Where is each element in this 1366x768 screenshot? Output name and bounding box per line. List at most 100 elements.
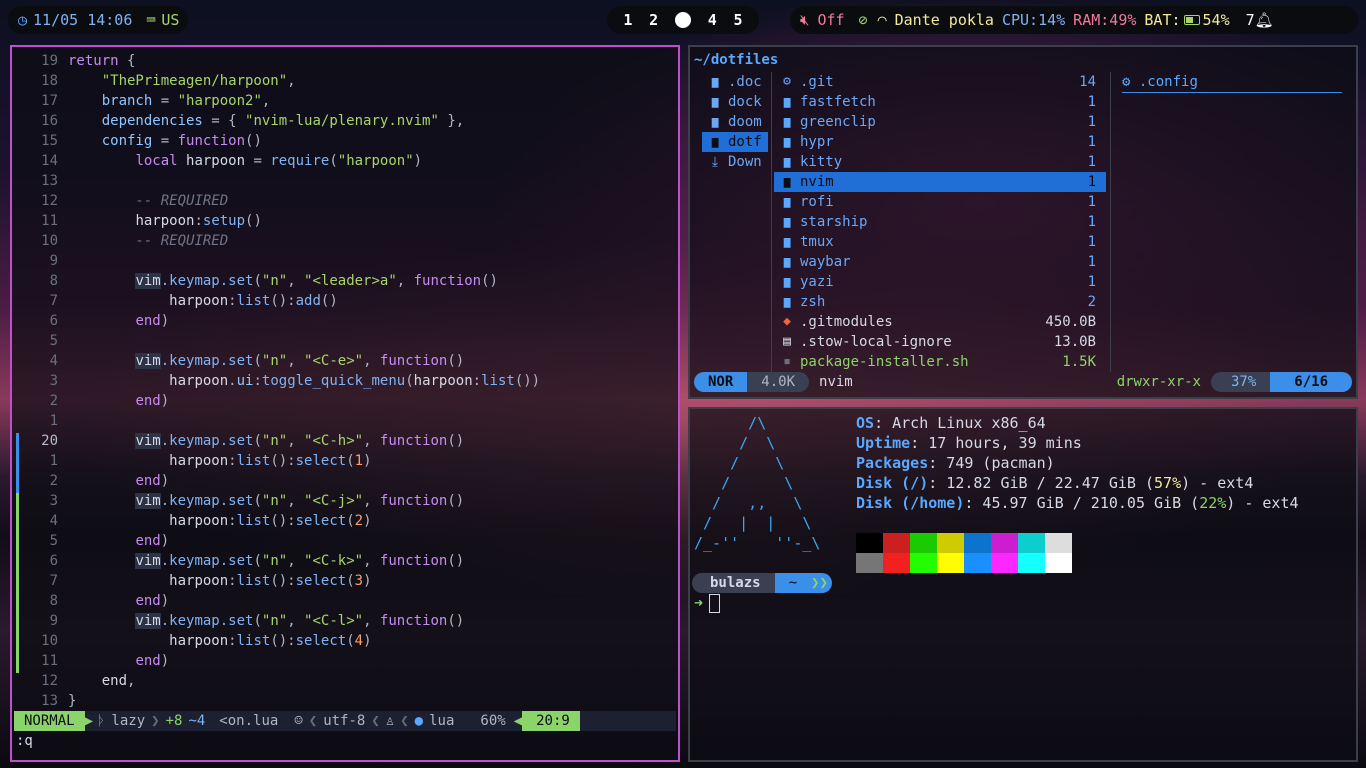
ram-usage: RAM:49%: [1073, 11, 1137, 29]
parent-entry[interactable]: ⤓ Down: [702, 152, 768, 172]
preview-entry[interactable]: .config: [1139, 74, 1198, 90]
code-line[interactable]: 8 end): [12, 591, 678, 611]
code-token: (: [346, 633, 355, 649]
file-entry[interactable]: ▆ kitty 1: [774, 152, 1106, 172]
code-line[interactable]: 13: [12, 171, 678, 191]
workspace-1[interactable]: 1: [623, 11, 632, 29]
code-line[interactable]: 10 -- REQUIRED: [12, 231, 678, 251]
sysinfo-line: Disk (/home): 45.97 GiB / 210.05 GiB (22…: [856, 493, 1299, 513]
file-entry[interactable]: ▆ fastfetch 1: [774, 92, 1106, 112]
line-number: 6: [49, 553, 58, 569]
file-entry[interactable]: ◆ .gitmodules 450.0B: [774, 312, 1106, 332]
line-number: 9: [49, 253, 58, 269]
code-line[interactable]: 4 harpoon:list():select(2): [12, 511, 678, 531]
file-entry[interactable]: ▆ tmux 1: [774, 232, 1106, 252]
editor-pane[interactable]: 19 return {18 "ThePrimeagen/harpoon", 17 b…: [10, 45, 680, 762]
line-number: 19: [41, 53, 58, 69]
fm-perms: drwxr-xr-x: [1116, 374, 1201, 390]
file-entry[interactable]: ▆ yazi 1: [774, 272, 1106, 292]
code-line[interactable]: 7 harpoon:list():add(): [12, 291, 678, 311]
wifi-icon[interactable]: ◠: [878, 11, 887, 29]
code-line[interactable]: 11 harpoon:setup(): [12, 211, 678, 231]
code-line[interactable]: 18 "ThePrimeagen/harpoon",: [12, 71, 678, 91]
file-entry[interactable]: ▆ hypr 1: [774, 132, 1106, 152]
code-line[interactable]: 2 end): [12, 471, 678, 491]
code-token: ui: [236, 373, 254, 389]
file-entry-name: .gitmodules: [800, 314, 893, 330]
file-entry[interactable]: ▆ starship 1: [774, 212, 1106, 232]
code-token: vim: [135, 433, 161, 449]
preview-column[interactable]: ⚙ .config: [1122, 72, 1342, 93]
code-line[interactable]: 6 vim.keymap.set("n", "<C-k>", function(…: [12, 551, 678, 571]
folder-icon: ▆: [783, 135, 791, 148]
code-line[interactable]: 3 harpoon.ui:toggle_quick_menu(harpoon:l…: [12, 371, 678, 391]
parent-entry[interactable]: ▆ doom: [702, 112, 768, 132]
file-entry[interactable]: ⚙ .git 14: [774, 72, 1106, 92]
notification-count[interactable]: 7: [1246, 11, 1255, 29]
file-entry[interactable]: ▆ zsh 2: [774, 292, 1106, 312]
code-line[interactable]: 17 branch = "harpoon2",: [12, 91, 678, 111]
code-line[interactable]: 1 harpoon:list():select(1): [12, 451, 678, 471]
command-line[interactable]: :q: [16, 733, 33, 749]
workspace-2[interactable]: 2: [649, 11, 658, 29]
file-entry[interactable]: ▆ rofi 1: [774, 192, 1106, 212]
code-line[interactable]: 7 harpoon:list():select(3): [12, 571, 678, 591]
code-line[interactable]: 3 vim.keymap.set("n", "<C-j>", function(…: [12, 491, 678, 511]
terminal-pane[interactable]: /\ / \ / \ / \ / ,, \ / | | \ /_-'' ''-_…: [688, 407, 1358, 762]
line-number: 1: [49, 453, 58, 469]
volume-muted-icon[interactable]: 🔇︎: [800, 11, 809, 29]
code-line[interactable]: 19 return {: [12, 51, 678, 71]
file-entry[interactable]: ▆ nvim 1: [774, 172, 1106, 192]
code-line[interactable]: 11 end): [12, 651, 678, 671]
file-manager-pane[interactable]: ~/dotfiles ▆ .doc ▆ dock ▆ doom ▆ dotf ⤓ Down ⚙ .g…: [688, 45, 1358, 399]
code-line[interactable]: 4 vim.keymap.set("n", "<C-e>", function(…: [12, 351, 678, 371]
code-token: list: [236, 633, 271, 649]
workspace-5[interactable]: 5: [734, 11, 743, 29]
code-line[interactable]: 20 vim.keymap.set("n", "<C-h>", function…: [12, 431, 678, 451]
file-entry-name: rofi: [800, 194, 834, 210]
parent-entry[interactable]: ▆ dotf: [702, 132, 768, 152]
workspace-4[interactable]: 4: [708, 11, 717, 29]
file-entry[interactable]: ▤ .stow-local-ignore 13.0B: [774, 332, 1106, 352]
code-token: (): [245, 133, 262, 149]
code-line[interactable]: 5: [12, 331, 678, 351]
code-token: ():: [270, 513, 296, 529]
code-line[interactable]: 12 -- REQUIRED: [12, 191, 678, 211]
parent-entry[interactable]: ▆ dock: [702, 92, 768, 112]
parent-column[interactable]: ▆ .doc ▆ dock ▆ doom ▆ dotf ⤓ Down: [702, 72, 768, 172]
code-line[interactable]: 13}: [12, 691, 678, 711]
bell-icon[interactable]: 🔔︎: [1255, 11, 1274, 29]
file-entry[interactable]: ▆ waybar 1: [774, 252, 1106, 272]
file-entry[interactable]: ▆ greenclip 1: [774, 112, 1106, 132]
code-line[interactable]: 6 end): [12, 311, 678, 331]
code-line[interactable]: 14 local harpoon = require("harpoon"): [12, 151, 678, 171]
current-column[interactable]: ⚙ .git 14 ▆ fastfetch 1 ▆ greenclip 1 ▆ hypr 1 ▆ kitt…: [774, 72, 1106, 372]
network-name[interactable]: Dante pokla: [895, 11, 994, 29]
code-line[interactable]: 2 end): [12, 391, 678, 411]
code-token: function: [413, 273, 482, 289]
shell-prompt: bulazs ~ ❯❯: [692, 573, 832, 593]
code-token: .keymap.set: [160, 613, 254, 629]
fm-mode: NOR: [694, 372, 748, 392]
code-line[interactable]: 1: [12, 411, 678, 431]
yazi-statusline: NOR 4.0K nvim drwxr-xr-x 37% 6/16: [694, 372, 1352, 392]
volume-status[interactable]: Off: [817, 11, 844, 29]
code-line[interactable]: 10 harpoon:list():select(4): [12, 631, 678, 651]
command-input[interactable]: ➜: [694, 593, 721, 613]
fm-size: 4.0K: [747, 372, 810, 392]
code-line[interactable]: 16 dependencies = { "nvim-lua/plenary.nv…: [12, 111, 678, 131]
parent-entry[interactable]: ▆ .doc: [702, 72, 768, 92]
code-line[interactable]: 5 end): [12, 531, 678, 551]
plugin-lazy[interactable]: lazy: [111, 713, 145, 729]
file-entry[interactable]: ▪ package-installer.sh 1.5K: [774, 352, 1106, 372]
code-line[interactable]: 9: [12, 251, 678, 271]
mic-muted-icon[interactable]: ⊘: [859, 11, 868, 29]
clock-widget[interactable]: ◷ 11/05 14:06 ⌨ US: [8, 6, 188, 34]
workspace-3-active[interactable]: [674, 12, 691, 28]
code-line[interactable]: 12 end,: [12, 671, 678, 691]
code-line[interactable]: 9 vim.keymap.set("n", "<C-l>", function(…: [12, 611, 678, 631]
code-line[interactable]: 15 config = function(): [12, 131, 678, 151]
code-area[interactable]: 19 return {18 "ThePrimeagen/harpoon", 17 b…: [12, 51, 678, 711]
code-line[interactable]: 8 vim.keymap.set("n", "<leader>a", funct…: [12, 271, 678, 291]
